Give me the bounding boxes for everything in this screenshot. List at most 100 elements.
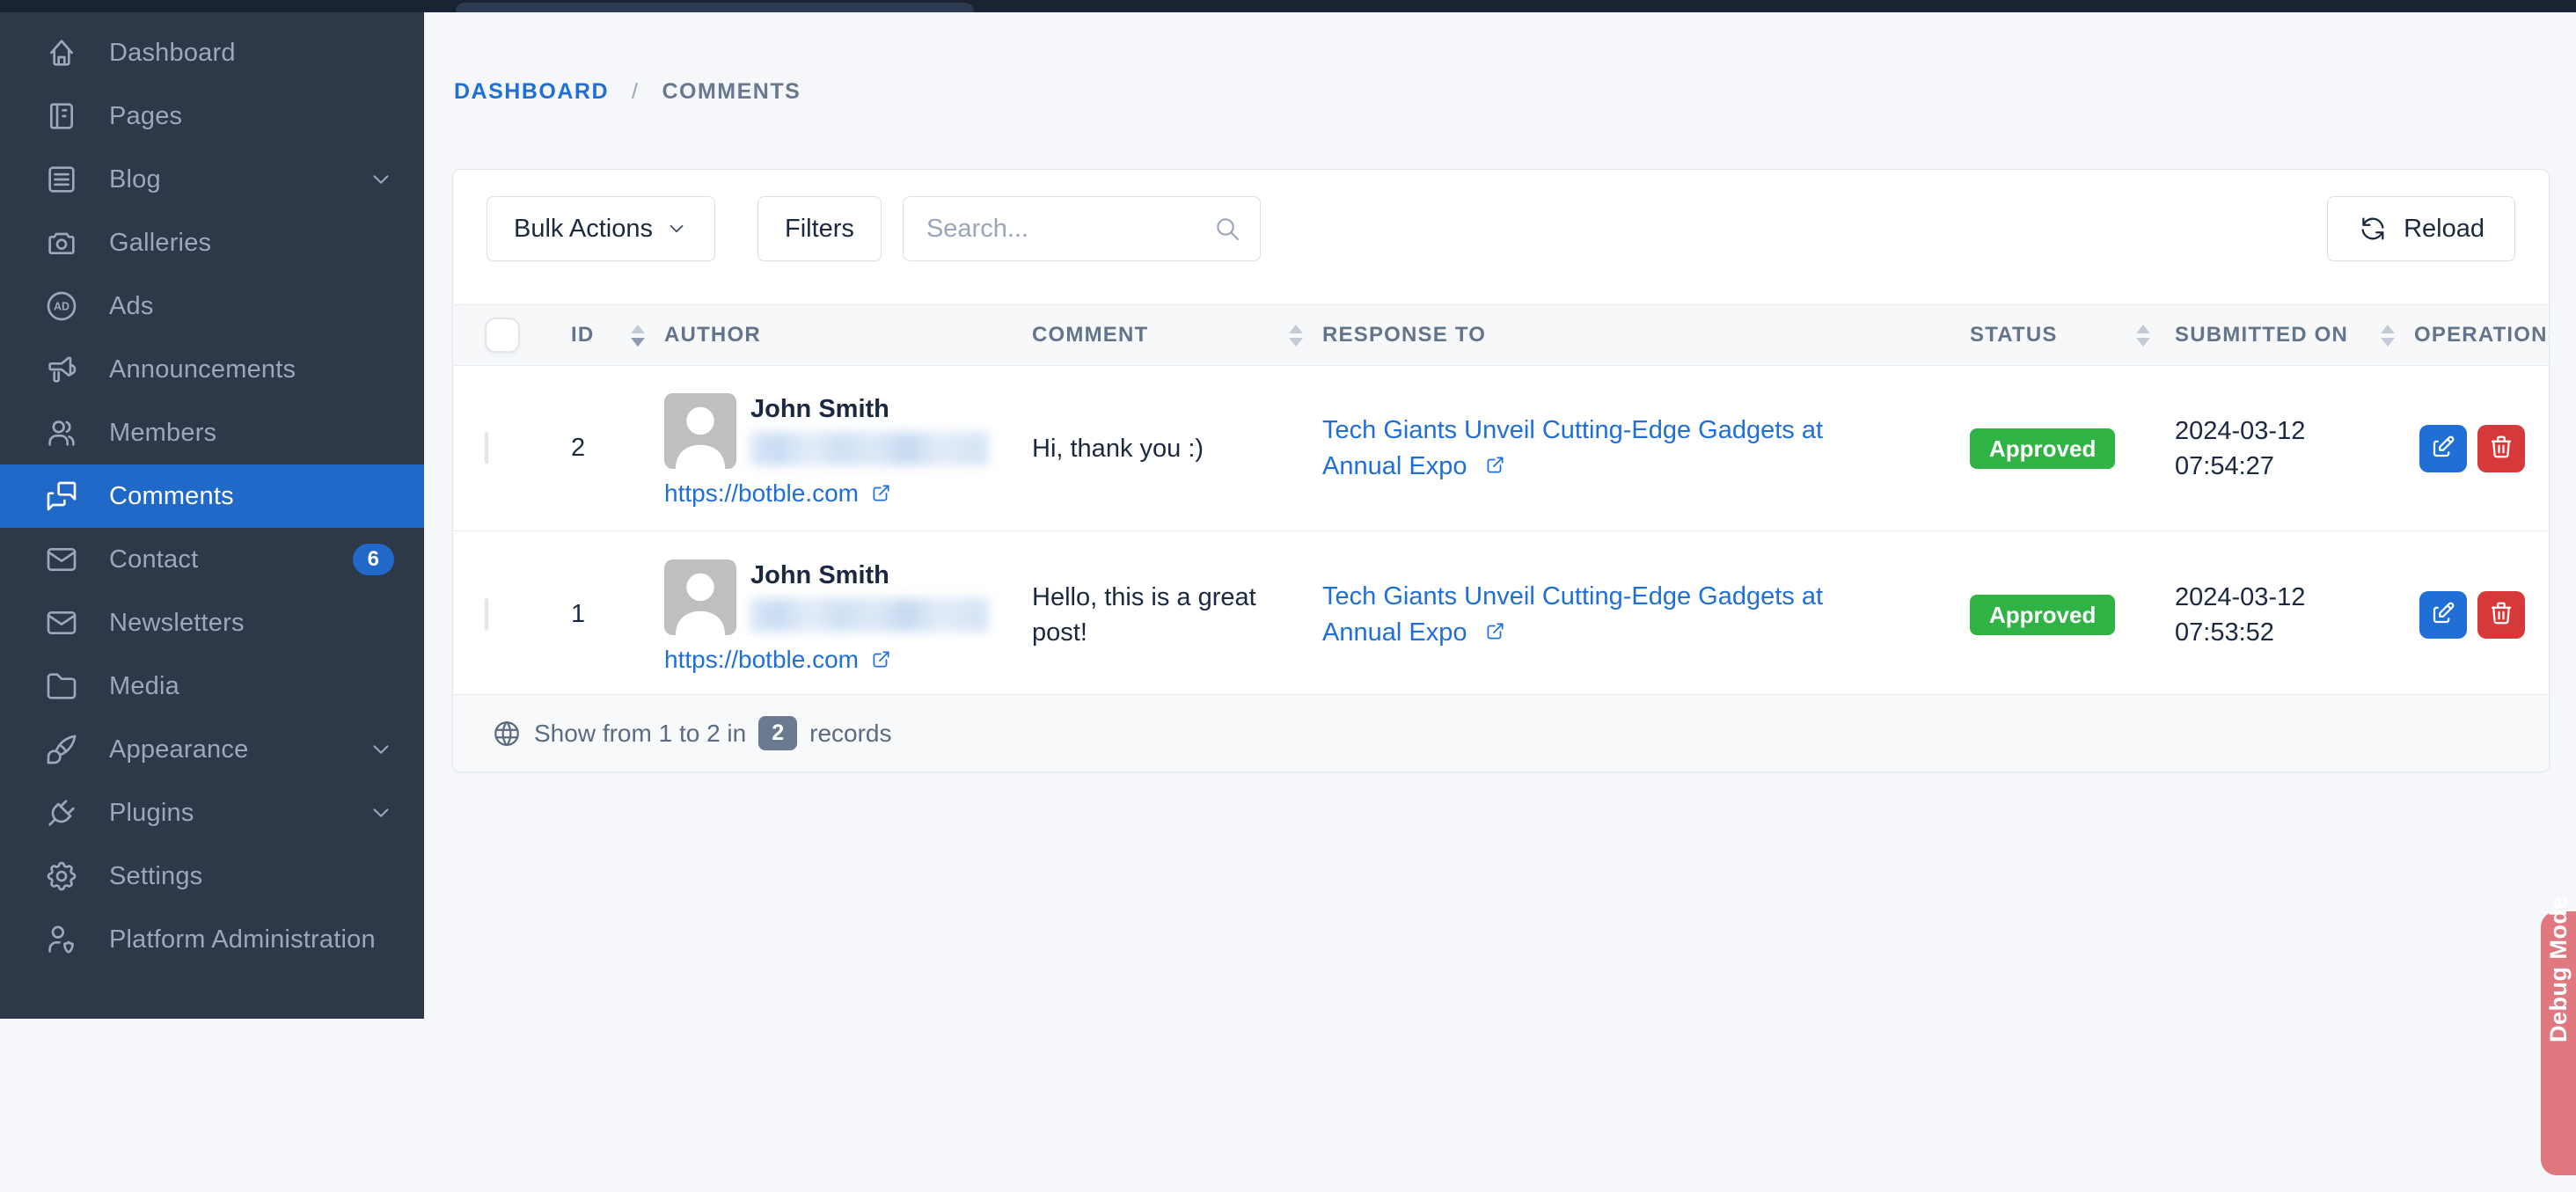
sidebar-item-platform-administration[interactable]: Platform Administration xyxy=(0,908,424,971)
sidebar-item-label: Blog xyxy=(109,165,368,194)
debug-mode-tab[interactable]: Debug Mode xyxy=(2541,911,2576,1175)
submitted-time: 07:54:27 xyxy=(2175,449,2414,484)
sidebar-item-newsletters[interactable]: Newsletters xyxy=(0,591,424,655)
select-all-checkbox[interactable] xyxy=(485,318,520,353)
sidebar-item-settings[interactable]: Settings xyxy=(0,845,424,908)
operations-cell xyxy=(2414,591,2549,639)
sidebar-item-blog[interactable]: Blog xyxy=(0,148,424,211)
sidebar-item-plugins[interactable]: Plugins xyxy=(0,781,424,845)
ads-icon: AD xyxy=(44,289,79,324)
top-navbar xyxy=(0,0,2576,12)
response-post-link[interactable]: Tech Giants Unveil Cutting-Edge Gadgets … xyxy=(1322,582,1823,647)
records-info-suffix: records xyxy=(809,720,891,748)
galleries-icon xyxy=(44,225,79,260)
external-link-icon xyxy=(869,648,892,671)
table-toolbar: Bulk Actions Filters Reload xyxy=(487,196,2515,261)
settings-icon xyxy=(44,859,79,894)
search-input[interactable] xyxy=(903,196,1261,261)
table-header-row: IDAUTHORCOMMENTRESPONSE TOSTATUSSUBMITTE… xyxy=(453,304,2549,366)
operations-cell xyxy=(2414,425,2549,472)
column-label: COMMENT xyxy=(1032,323,1148,347)
column-header-submitted_on[interactable]: SUBMITTED ON xyxy=(2170,305,2414,365)
edit-button[interactable] xyxy=(2419,425,2467,472)
refresh-icon xyxy=(2358,214,2388,244)
sidebar-item-galleries[interactable]: Galleries xyxy=(0,211,424,274)
comment-cell: Hello, this is a great post! xyxy=(1032,580,1322,650)
sidebar-item-members[interactable]: Members xyxy=(0,401,424,464)
sidebar-item-label: Plugins xyxy=(109,799,368,828)
sidebar-item-ads[interactable]: ADAds xyxy=(0,274,424,338)
members-icon xyxy=(44,415,79,450)
column-label: OPERATIONS xyxy=(2414,323,2550,347)
edit-icon xyxy=(2430,434,2456,463)
delete-button[interactable] xyxy=(2477,591,2525,639)
sidebar-item-pages[interactable]: Pages xyxy=(0,84,424,148)
column-header-checkbox xyxy=(453,305,550,365)
sidebar-item-media[interactable]: Media xyxy=(0,655,424,718)
sort-arrows-icon[interactable] xyxy=(2381,325,2395,347)
search-box xyxy=(903,196,1261,261)
sidebar-item-label: Announcements xyxy=(109,355,394,384)
records-info-prefix: Show from 1 to 2 in xyxy=(534,720,746,748)
id-cell: 1 xyxy=(550,600,664,629)
breadcrumb-current: COMMENTS xyxy=(662,79,801,105)
author-website-link[interactable]: https://botble.com xyxy=(664,479,1032,508)
sidebar-item-label: Pages xyxy=(109,102,394,131)
contact-icon xyxy=(44,542,79,577)
edit-button[interactable] xyxy=(2419,591,2467,639)
breadcrumb: DASHBOARD / COMMENTS xyxy=(454,79,801,105)
comment-cell: Hi, thank you :) xyxy=(1032,431,1322,466)
sidebar-item-label: Comments xyxy=(109,482,394,511)
response-post-title: Tech Giants Unveil Cutting-Edge Gadgets … xyxy=(1322,416,1823,480)
globe-icon xyxy=(492,719,522,749)
table-body: 2John Smithhttps://botble.comHi, thank y… xyxy=(453,366,2549,698)
author-email-redacted xyxy=(750,432,988,465)
svg-text:AD: AD xyxy=(54,301,70,313)
column-label: STATUS xyxy=(1970,323,2058,347)
chevron-down-icon xyxy=(368,166,394,193)
author-website-text: https://botble.com xyxy=(664,646,859,674)
submitted-date: 2024-03-12 xyxy=(2175,413,2414,449)
delete-button[interactable] xyxy=(2477,425,2525,472)
sidebar-item-dashboard[interactable]: Dashboard xyxy=(0,21,424,84)
sort-arrows-icon[interactable] xyxy=(2136,325,2150,347)
newsletters-icon xyxy=(44,605,79,640)
sidebar-item-comments[interactable]: Comments xyxy=(0,464,424,528)
sidebar-item-appearance[interactable]: Appearance xyxy=(0,718,424,781)
record-count-badge: 2 xyxy=(758,716,797,750)
row-checkbox[interactable] xyxy=(485,432,488,464)
status-cell: Approved xyxy=(1958,595,2170,635)
trash-icon xyxy=(2488,600,2514,629)
sidebar-item-contact[interactable]: Contact 6 xyxy=(0,528,424,591)
sidebar-item-announcements[interactable]: Announcements xyxy=(0,338,424,401)
bulk-actions-button[interactable]: Bulk Actions xyxy=(487,196,715,261)
column-header-comment[interactable]: COMMENT xyxy=(1032,305,1322,365)
breadcrumb-dashboard-link[interactable]: DASHBOARD xyxy=(454,79,609,105)
author-website-text: https://botble.com xyxy=(664,479,859,508)
row-checkbox[interactable] xyxy=(485,598,488,630)
filters-label: Filters xyxy=(785,215,854,244)
chevron-down-icon xyxy=(665,217,688,240)
author-website-link[interactable]: https://botble.com xyxy=(664,646,1032,674)
column-header-id[interactable]: ID xyxy=(550,305,664,365)
sort-arrows-icon[interactable] xyxy=(631,325,645,347)
plugins-icon xyxy=(44,795,79,830)
column-label: ID xyxy=(571,323,594,347)
navbar-search-peek xyxy=(456,3,974,12)
sort-arrows-icon[interactable] xyxy=(1289,325,1303,347)
filters-button[interactable]: Filters xyxy=(757,196,882,261)
author-name: John Smith xyxy=(750,561,988,590)
column-header-status[interactable]: STATUS xyxy=(1958,305,2170,365)
blog-icon xyxy=(44,162,79,197)
table-row: 1 John Smith https://botble.com Hello, this… xyxy=(453,531,2549,698)
response-post-link[interactable]: Tech Giants Unveil Cutting-Edge Gadgets … xyxy=(1322,416,1823,480)
sidebar-item-label: Dashboard xyxy=(109,39,394,68)
sidebar-badge: 6 xyxy=(353,544,394,575)
sidebar-item-label: Galleries xyxy=(109,229,394,258)
row-checkbox-cell xyxy=(453,434,550,463)
sidebar-item-label: Contact xyxy=(109,545,339,574)
avatar xyxy=(664,393,736,469)
reload-button[interactable]: Reload xyxy=(2327,196,2515,261)
submitted-date: 2024-03-12 xyxy=(2175,580,2414,615)
column-header-operations: OPERATIONS xyxy=(2414,305,2550,365)
